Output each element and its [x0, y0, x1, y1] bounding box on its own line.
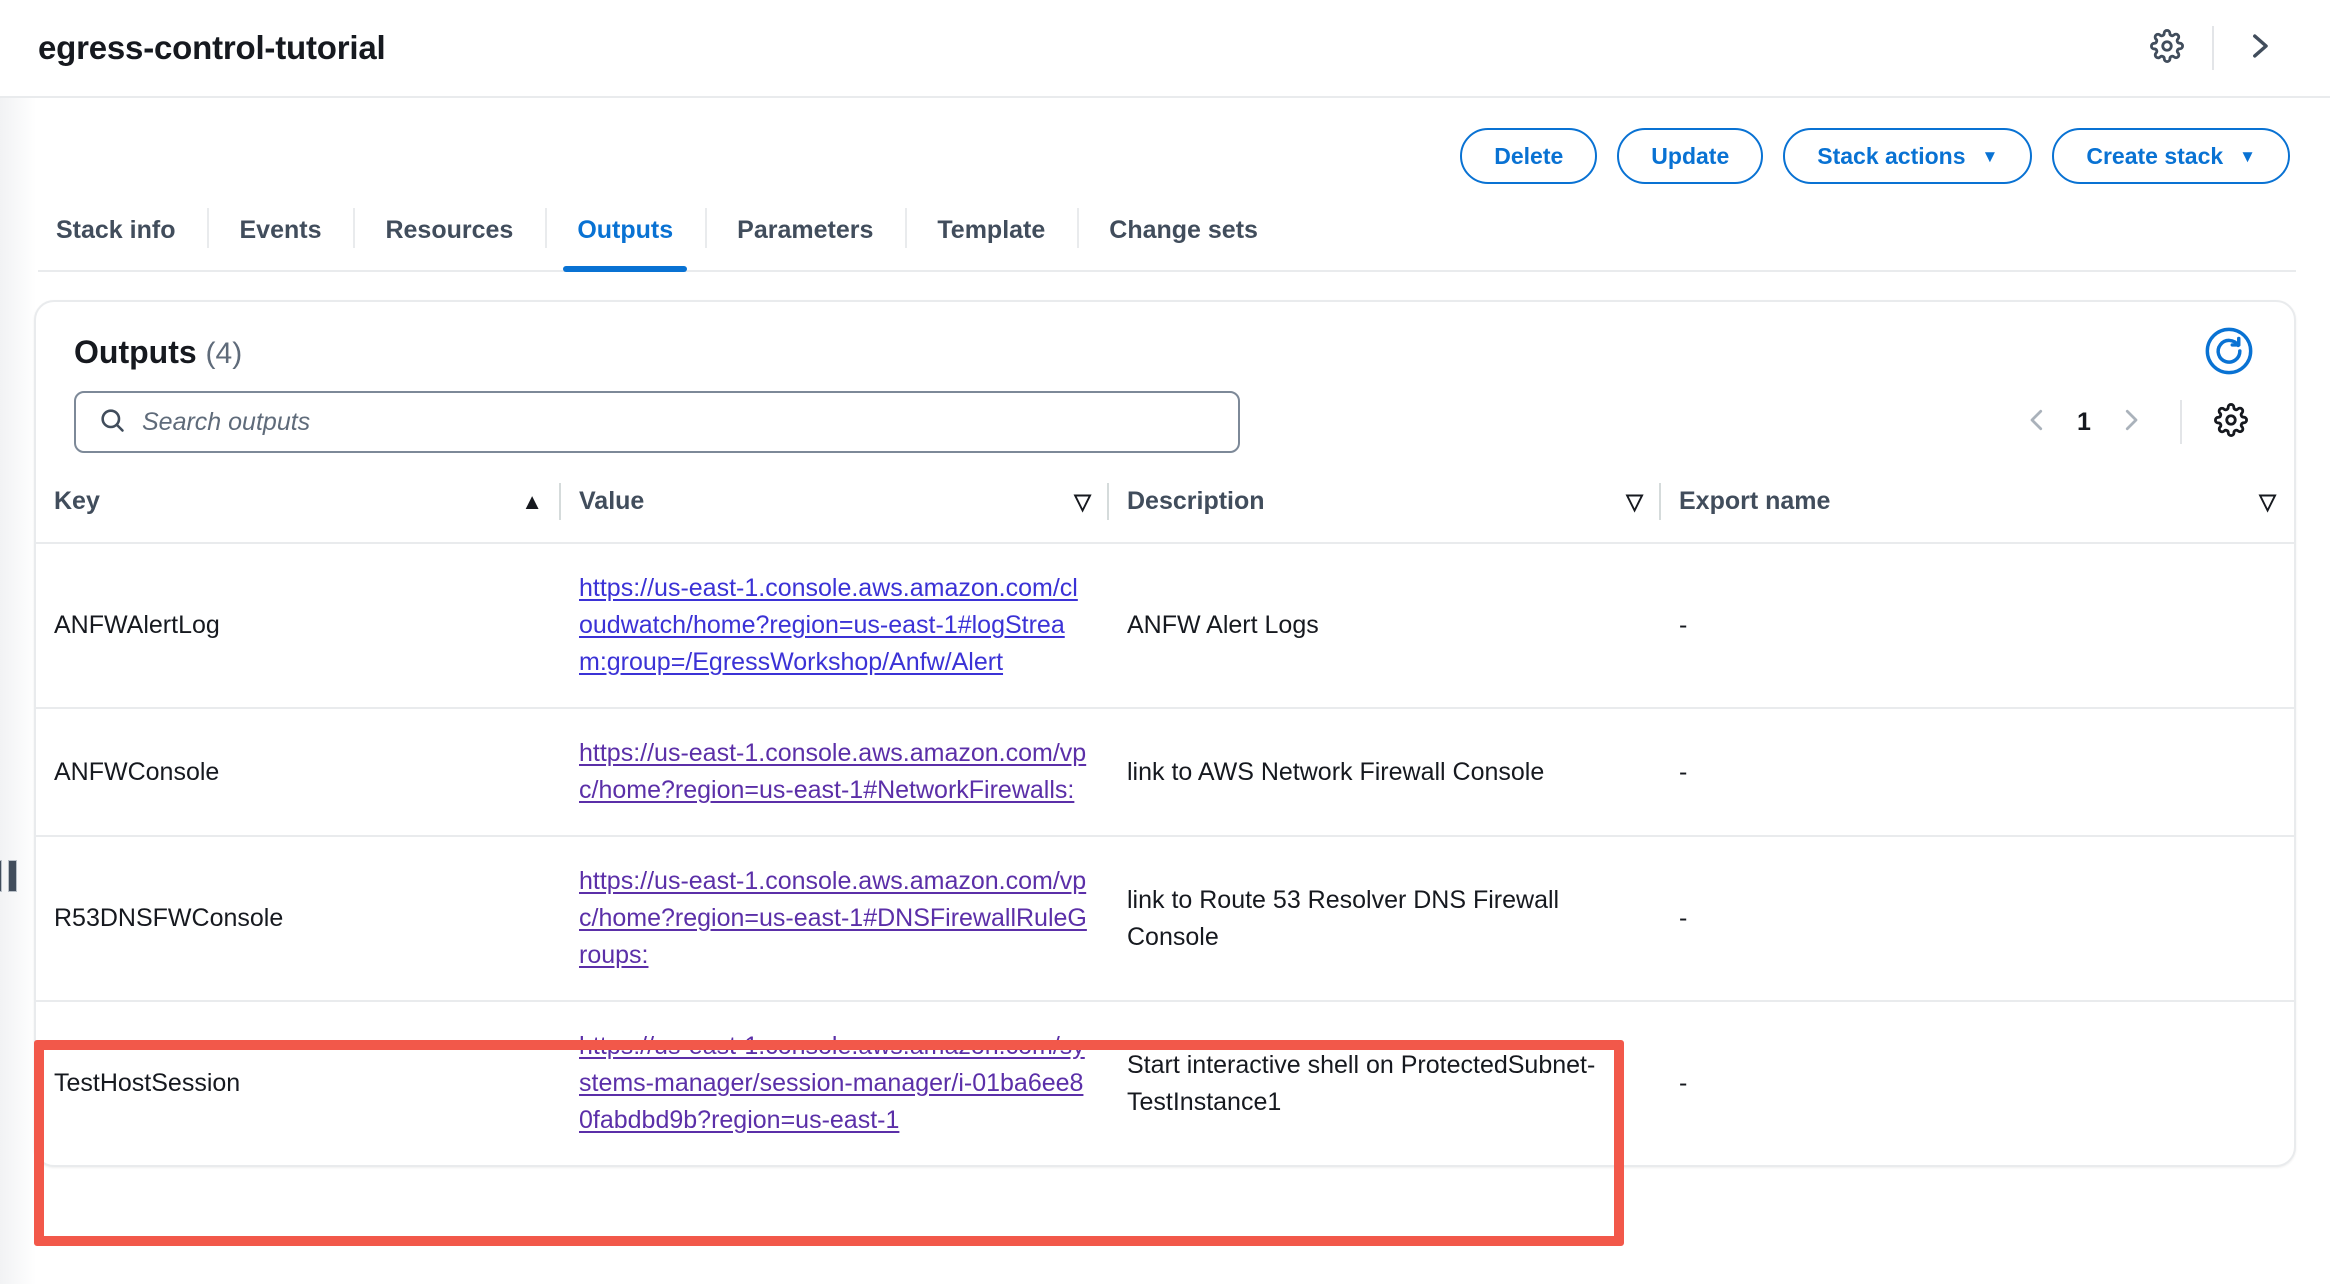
- cell-export-name: -: [1661, 836, 2294, 1002]
- chevron-right-icon: [2116, 405, 2146, 440]
- page-header: egress-control-tutorial: [0, 0, 2330, 98]
- output-value-link[interactable]: https://us-east-1.console.aws.amazon.com…: [579, 574, 1078, 676]
- create-stack-label: Create stack: [2086, 142, 2224, 169]
- outputs-table-body: ANFWAlertLog https://us-east-1.console.aw…: [36, 543, 2294, 1165]
- page-number-1[interactable]: 1: [2064, 408, 2104, 437]
- tab-change-sets[interactable]: Change sets: [1077, 190, 1290, 270]
- table-row: R53DNSFWConsole https://us-east-1.console…: [36, 836, 2294, 1002]
- previous-page-button[interactable]: [2010, 395, 2064, 449]
- outputs-heading: Outputs (4): [74, 334, 242, 371]
- tab-outputs[interactable]: Outputs: [545, 190, 705, 272]
- outputs-controls: 1: [36, 371, 2294, 453]
- sort-icon: ▽: [1626, 488, 1643, 514]
- column-header-key-label: Key: [54, 487, 100, 515]
- cell-export-name: -: [1679, 1069, 1688, 1097]
- column-header-export-name[interactable]: Export name ▽: [1661, 475, 2294, 544]
- stack-actions-label: Stack actions: [1817, 142, 1966, 169]
- table-row: TestHostSession https://us-east-1.console…: [36, 1001, 2294, 1165]
- output-value-link[interactable]: https://us-east-1.console.aws.amazon.com…: [579, 739, 1086, 804]
- column-header-key[interactable]: Key ▲: [36, 475, 561, 544]
- chevron-down-icon: ▼: [1981, 146, 1999, 166]
- delete-button-label: Delete: [1494, 142, 1564, 169]
- tab-template[interactable]: Template: [905, 190, 1077, 270]
- search-input[interactable]: [142, 407, 1216, 437]
- header-actions: [2136, 17, 2290, 79]
- cell-value: https://us-east-1.console.aws.amazon.com…: [561, 836, 1109, 1002]
- outputs-heading-text: Outputs: [74, 334, 197, 370]
- chevron-left-icon: [2022, 405, 2052, 440]
- page-title: egress-control-tutorial: [38, 29, 386, 66]
- cell-value: https://us-east-1.console.aws.amazon.com…: [561, 1001, 1109, 1165]
- pagination-divider: [2180, 400, 2182, 444]
- outputs-table-head: Key ▲ Value ▽ Description ▽ Export name …: [36, 475, 2294, 544]
- create-stack-button[interactable]: Create stack ▼: [2052, 128, 2290, 184]
- header-divider: [2212, 26, 2214, 70]
- tab-label: Change sets: [1109, 215, 1258, 244]
- cell-description: link to AWS Network Firewall Console: [1109, 708, 1661, 837]
- cell-export-name: -: [1661, 543, 2294, 709]
- cell-description: ANFW Alert Logs: [1109, 543, 1661, 709]
- cell-value: https://us-east-1.console.aws.amazon.com…: [561, 708, 1109, 837]
- outputs-table: Key ▲ Value ▽ Description ▽ Export name …: [36, 475, 2294, 1165]
- settings-gear-button[interactable]: [2136, 17, 2198, 79]
- column-header-value-label: Value: [579, 487, 645, 515]
- cell-key: ANFWConsole: [36, 708, 561, 837]
- sort-ascending-icon: ▲: [521, 488, 543, 514]
- tab-label: Template: [937, 215, 1046, 244]
- search-icon: [98, 406, 126, 439]
- delete-button[interactable]: Delete: [1460, 128, 1598, 184]
- column-header-description[interactable]: Description ▽: [1109, 475, 1661, 544]
- outputs-panel: Outputs (4) Search outputs 1 Key ▲ Value…: [34, 300, 2296, 1167]
- sidebar-handle-bar-2: [8, 860, 17, 892]
- cell-export-name: -: [1661, 708, 2294, 837]
- left-edge-fade: [0, 98, 36, 1284]
- cell-key: ANFWAlertLog: [36, 543, 561, 709]
- expand-panel-button[interactable]: [2228, 17, 2290, 79]
- column-header-description-label: Description: [1127, 487, 1265, 515]
- tab-label: Stack info: [56, 215, 176, 244]
- stack-actions-button[interactable]: Stack actions ▼: [1783, 128, 2033, 184]
- outputs-panel-header: Outputs (4): [36, 302, 2294, 374]
- stack-action-bar: Delete Update Stack actions ▼ Create sta…: [1460, 128, 2290, 184]
- tab-label: Events: [239, 215, 322, 244]
- column-header-value[interactable]: Value ▽: [561, 475, 1109, 544]
- update-button-label: Update: [1651, 142, 1730, 169]
- table-row: ANFWConsole https://us-east-1.console.aws…: [36, 708, 2294, 837]
- pagination: 1: [2010, 395, 2258, 449]
- gear-icon: [2214, 402, 2248, 442]
- table-header-row: Key ▲ Value ▽ Description ▽ Export name …: [36, 475, 2294, 544]
- cell-key: R53DNSFWConsole: [36, 836, 561, 1002]
- table-row: ANFWAlertLog https://us-east-1.console.aw…: [36, 543, 2294, 709]
- output-value-link[interactable]: https://us-east-1.console.aws.amazon.com…: [579, 867, 1087, 969]
- update-button[interactable]: Update: [1617, 128, 1764, 184]
- chevron-down-icon: ▼: [2239, 146, 2256, 166]
- collapsed-sidebar-handle[interactable]: [0, 860, 17, 892]
- tab-events[interactable]: Events: [207, 190, 353, 270]
- next-page-button[interactable]: [2104, 395, 2158, 449]
- tab-parameters[interactable]: Parameters: [705, 190, 905, 270]
- search-outputs-box[interactable]: [74, 391, 1240, 453]
- tab-label: Parameters: [737, 215, 874, 244]
- cell-key: TestHostSession: [54, 1069, 241, 1097]
- cell-description: Start interactive shell on ProtectedSubn…: [1127, 1050, 1596, 1116]
- outputs-count: (4): [205, 337, 243, 370]
- tab-stack-info[interactable]: Stack info: [38, 190, 207, 270]
- sort-icon: ▽: [2259, 488, 2276, 514]
- sidebar-handle-bar-1: [0, 860, 2, 892]
- cell-value: https://us-east-1.console.aws.amazon.com…: [561, 543, 1109, 709]
- output-value-link[interactable]: https://us-east-1.console.aws.amazon.com…: [579, 1032, 1085, 1134]
- chevron-right-icon: [2242, 29, 2276, 68]
- gear-icon: [2150, 28, 2184, 68]
- tab-label: Resources: [385, 215, 514, 244]
- tab-resources[interactable]: Resources: [353, 190, 545, 270]
- sort-icon: ▽: [1074, 488, 1091, 514]
- table-preferences-button[interactable]: [2204, 395, 2258, 449]
- column-header-export-name-label: Export name: [1679, 487, 1831, 515]
- cell-description: link to Route 53 Resolver DNS Firewall C…: [1109, 836, 1661, 1002]
- cloudformation-stack-page: egress-control-tutorial Delete Update St…: [0, 0, 2330, 1284]
- tab-label: Outputs: [577, 215, 674, 244]
- stack-detail-tabs: Stack info Events Resources Outputs Paramete…: [38, 190, 2296, 272]
